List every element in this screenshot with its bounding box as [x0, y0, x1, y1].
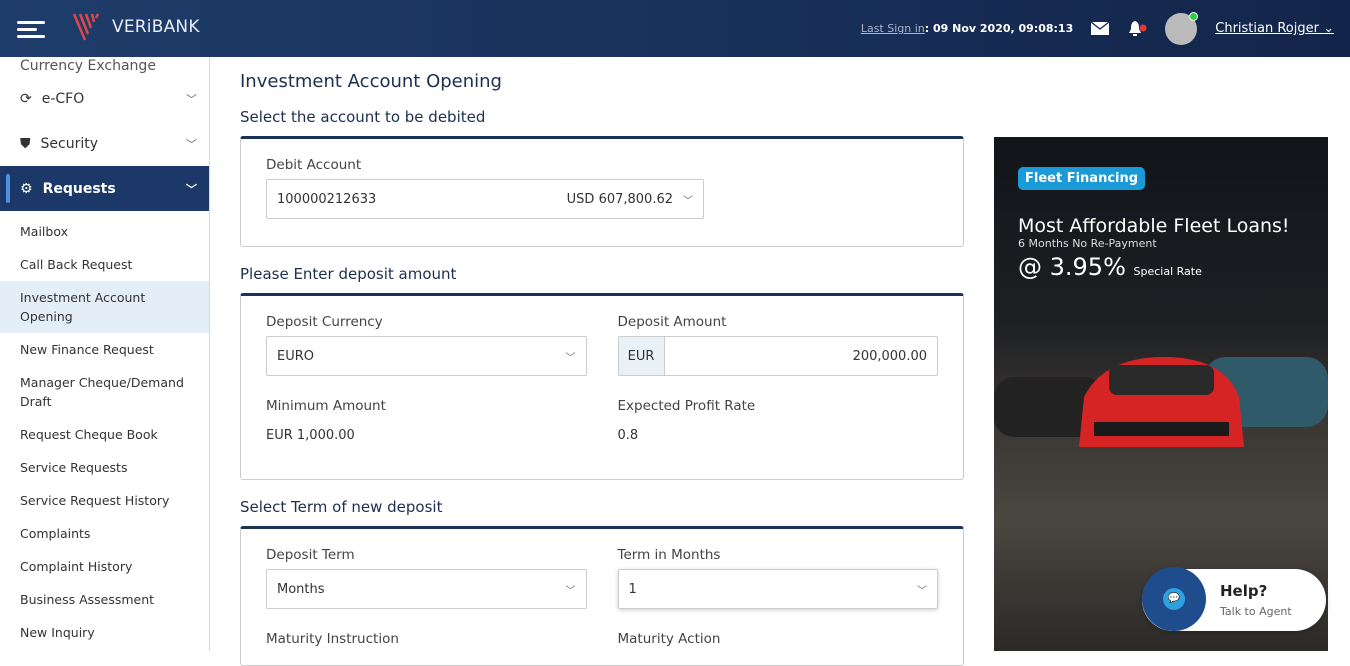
avatar[interactable]: [1165, 11, 1199, 45]
debit-card: Debit Account 100000212633 USD 607,800.6…: [240, 136, 964, 247]
mail-icon[interactable]: [1091, 22, 1110, 35]
ad-rate-note: Special Rate: [1133, 265, 1202, 278]
ad-title: Most Affordable Fleet Loans!: [1018, 215, 1290, 237]
sidebar-sub-service-requests[interactable]: Service Requests: [0, 451, 209, 484]
sidebar-sub-new-finance[interactable]: New Finance Request: [0, 333, 209, 366]
deposit-term-value: Months: [277, 581, 325, 597]
chevron-down-icon: ﹀: [565, 585, 576, 597]
debit-account-select[interactable]: 100000212633 USD 607,800.62 ﹀: [266, 179, 704, 219]
chevron-down-icon: ﹀: [186, 137, 197, 151]
user-menu[interactable]: Christian Rojger ⌄: [1215, 21, 1334, 36]
sidebar-sub-business-assessment[interactable]: Business Assessment: [0, 583, 209, 616]
deposit-amount-label: Deposit Amount: [617, 314, 727, 330]
last-signin-link[interactable]: Last Sign in: [861, 22, 925, 35]
last-signin-value: : 09 Nov 2020, 09:08:13: [924, 22, 1074, 35]
deposit-currency-label: Deposit Currency: [266, 314, 383, 330]
shield-icon: ⛊: [20, 135, 31, 152]
sidebar-item-label: e-CFO: [41, 90, 85, 107]
menu-icon[interactable]: [17, 21, 45, 42]
section-heading-deposit: Please Enter deposit amount: [240, 265, 457, 283]
chevron-down-icon: ⌄: [1323, 21, 1334, 36]
requests-icon: ⚙: [20, 180, 33, 197]
term-card: Deposit Term Months ﹀ Maturity Instructio…: [240, 526, 964, 666]
minimum-amount-label: Minimum Amount: [266, 398, 386, 414]
sidebar-item-currency-exchange[interactable]: Currency Exchange: [20, 58, 156, 75]
chevron-down-icon: ﹀: [565, 352, 576, 364]
deposit-amount-input[interactable]: EUR 200,000.00: [617, 336, 938, 376]
user-name: Christian Rojger: [1215, 21, 1319, 36]
sidebar-item-requests[interactable]: ⚙ Requests ﹀: [0, 166, 209, 211]
sidebar-sub-investment-account[interactable]: Investment Account Opening: [0, 281, 209, 333]
help-subtitle: Talk to Agent: [1220, 605, 1292, 618]
debit-account-label: Debit Account: [266, 157, 362, 173]
deposit-currency-value: EURO: [277, 348, 314, 364]
ecfo-icon: ⟳: [20, 90, 32, 107]
sidebar-item-label: Requests: [42, 180, 116, 197]
main-content: Investment Account Opening Select the ac…: [240, 57, 964, 666]
term-months-select[interactable]: 1 ﹀: [617, 569, 938, 609]
maturity-action-label: Maturity Action: [617, 631, 721, 647]
page-title: Investment Account Opening: [240, 71, 502, 92]
online-status-dot: [1189, 11, 1199, 21]
chevron-down-icon: ﹀: [917, 585, 927, 597]
chevron-down-icon: ﹀: [186, 92, 197, 106]
section-heading-debit: Select the account to be debited: [240, 108, 486, 126]
sidebar-item-security[interactable]: ⛊ Security ﹀: [0, 121, 209, 166]
sidebar-sub-manager-cheque[interactable]: Manager Cheque/Demand Draft: [0, 366, 209, 418]
account-balance: USD 607,800.62: [566, 191, 673, 207]
profit-rate-value: 0.8: [617, 428, 639, 443]
help-chat-widget[interactable]: 💬 Help? Talk to Agent: [1142, 567, 1326, 631]
help-title: Help?: [1220, 582, 1268, 600]
sidebar-sub-cheque-book[interactable]: Request Cheque Book: [0, 418, 209, 451]
sidebar-item-ecfo[interactable]: ⟳ e-CFO ﹀: [0, 76, 209, 121]
sidebar-sub-call-back[interactable]: Call Back Request: [0, 248, 209, 281]
term-months-value: 1: [628, 581, 637, 597]
sidebar-item-label: Security: [40, 135, 99, 152]
account-number: 100000212633: [277, 191, 377, 207]
deposit-amount-value: 200,000.00: [852, 348, 927, 364]
ad-badge: Fleet Financing: [1018, 167, 1146, 190]
profit-rate-label: Expected Profit Rate: [617, 398, 756, 414]
currency-prefix: EUR: [618, 337, 665, 375]
deposit-term-label: Deposit Term: [266, 547, 355, 563]
section-heading-term: Select Term of new deposit: [240, 498, 443, 516]
logo[interactable]: VERiBANK: [72, 12, 200, 42]
bell-icon[interactable]: [1127, 20, 1147, 38]
deposit-card: Deposit Currency EURO ﹀ Minimum Amount EU…: [240, 293, 964, 480]
sidebar-sub-complaints[interactable]: Complaints: [0, 517, 209, 550]
deposit-currency-select[interactable]: EURO ﹀: [266, 336, 587, 376]
chevron-down-icon: ﹀: [683, 195, 693, 207]
ad-rate: @ 3.95% Special Rate: [1018, 253, 1202, 281]
maturity-instruction-label: Maturity Instruction: [266, 631, 399, 647]
ad-subtitle: 6 Months No Re-Payment: [1018, 237, 1157, 250]
ad-rate-value: @ 3.95%: [1018, 253, 1126, 281]
brand-name: VERiBANK: [112, 17, 200, 37]
sidebar-sub-new-inquiry[interactable]: New Inquiry: [0, 616, 209, 649]
sidebar-sub-complaint-history[interactable]: Complaint History: [0, 550, 209, 583]
chat-icon: 💬: [1142, 567, 1206, 631]
cars-image: [994, 357, 1328, 447]
sidebar: Currency Exchange ⟳ e-CFO ﹀ ⛊ Security ﹀ ⚙ Re…: [0, 57, 210, 651]
sidebar-sub-mailbox[interactable]: Mailbox: [0, 215, 209, 248]
sidebar-sub-service-history[interactable]: Service Request History: [0, 484, 209, 517]
term-months-label: Term in Months: [617, 547, 721, 563]
chevron-down-icon: ﹀: [186, 182, 197, 196]
deposit-term-select[interactable]: Months ﹀: [266, 569, 587, 609]
veribank-logo-icon: [72, 13, 100, 41]
top-header: VERiBANK Last Sign in: 09 Nov 2020, 09:0…: [0, 0, 1350, 57]
minimum-amount-value: EUR 1,000.00: [266, 428, 355, 443]
